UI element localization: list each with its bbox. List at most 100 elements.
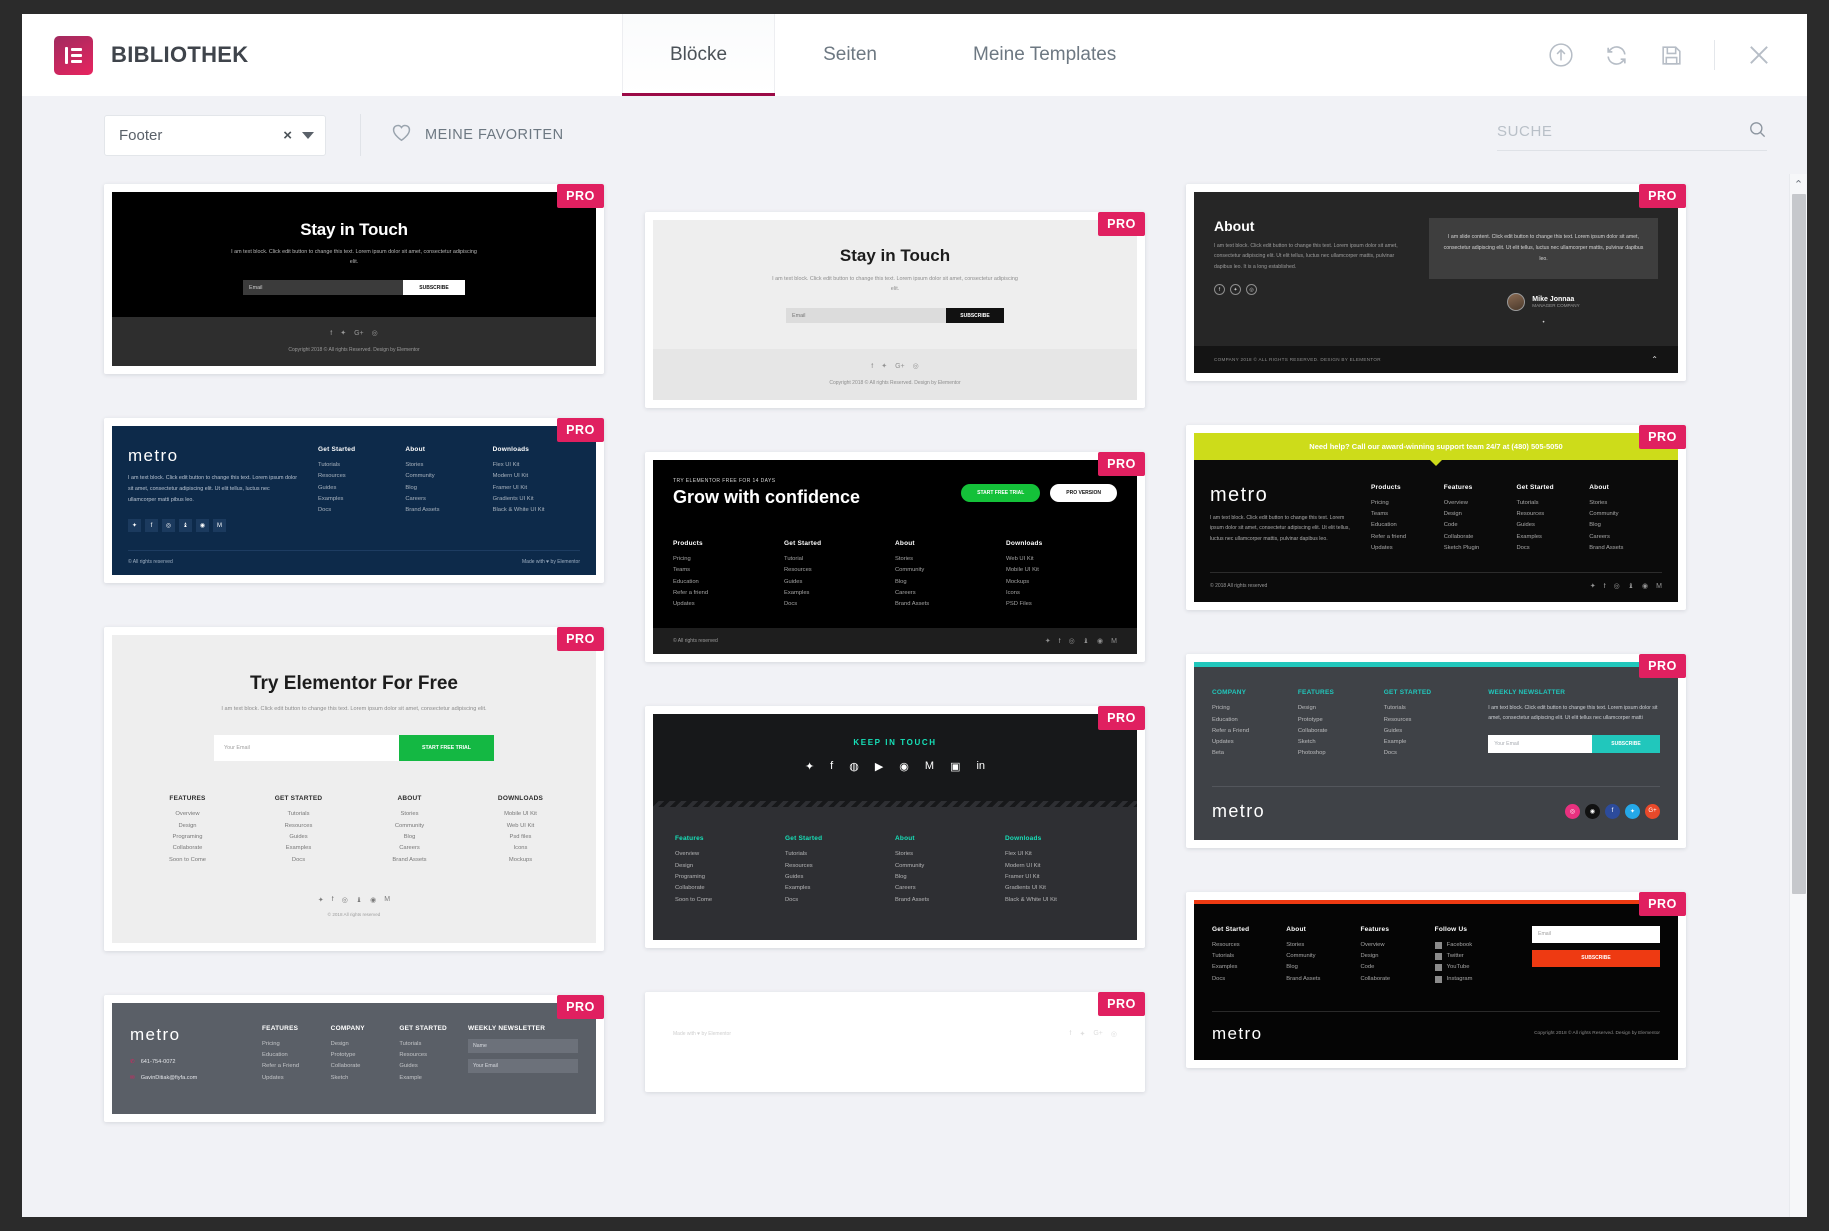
column-item: Docs — [785, 896, 799, 903]
metro-logo: metro — [1210, 483, 1269, 506]
copyright-text: © 2018 All rights reserved — [1210, 583, 1268, 590]
template-card[interactable]: PRO metro ✆ 641-754-0072 ✉ GavinDitiak@f… — [104, 994, 604, 1123]
column-item: Examples — [318, 495, 344, 502]
column-item: Docs — [291, 856, 306, 863]
column-item: Mockups — [1006, 578, 1030, 585]
template-thumbnail: Made with ♥ by Elementor f ✦ G+ ◎ — [653, 999, 1137, 1084]
column-item: Design — [178, 822, 197, 829]
column-item: Examples — [1516, 533, 1542, 540]
template-card[interactable]: PRO KEEP IN TOUCH ✦ f ◍ ▶ ◉ M ▣ in Featu… — [645, 706, 1145, 948]
template-card[interactable]: PRO Stay in Touch I am text block. Click… — [645, 212, 1145, 408]
column-item: Examples — [1212, 964, 1238, 971]
column-title: COMPANY — [330, 1024, 365, 1032]
column-title: WEEKLY NEWSLETTER — [468, 1024, 546, 1032]
copyright-text: © All rights reserved — [673, 638, 718, 645]
heart-icon — [391, 123, 412, 147]
page-title: BIBLIOTHEK — [111, 42, 249, 67]
copyright-text: COMPANY 2018 © ALL RIGHTS RESERVED. DESI… — [1214, 356, 1381, 362]
column-item: Example — [1383, 739, 1407, 746]
save-icon[interactable] — [1659, 43, 1684, 68]
template-thumbnail: metro ✆ 641-754-0072 ✉ GavinDitiak@fiyfa… — [112, 1002, 596, 1115]
template-grid: PRO Stay in Touch I am text block. Click… — [22, 174, 1807, 1166]
tab-my-templates[interactable]: Meine Templates — [925, 14, 1164, 96]
carousel-dots[interactable]: • — [1429, 320, 1658, 326]
template-card[interactable]: PRO About I am text block. Click edit bu… — [1186, 184, 1686, 381]
metro-logo: metro — [128, 446, 179, 465]
search-icon[interactable] — [1748, 120, 1767, 144]
column-item: Education — [1212, 716, 1238, 723]
template-card[interactable]: PRO COMPANY Pricing Education Refer a Fr… — [1186, 654, 1686, 848]
column-title: GET STARTED — [399, 1024, 447, 1032]
column-item: Design — [1360, 953, 1379, 960]
thumb-heading: Stay in Touch — [839, 246, 951, 265]
vertical-scrollbar[interactable]: ⌃ — [1789, 174, 1807, 1217]
column-item: Teams — [1371, 511, 1389, 518]
template-card[interactable]: PRO Get Started Resources Tutorials Exam… — [1186, 891, 1686, 1068]
thumb-subtext: I am text block. Click edit button to ch… — [772, 276, 1018, 292]
social-icons: ✦ f ◍ ▶ ◉ M ▣ in — [804, 760, 986, 774]
sync-icon[interactable] — [1604, 43, 1629, 68]
column-item: Collaborate — [1443, 533, 1474, 540]
email-field-preview: Your Email — [468, 1058, 579, 1073]
column-item: Blog — [1589, 522, 1601, 529]
category-select[interactable]: Footer × — [104, 114, 326, 156]
template-thumbnail: COMPANY Pricing Education Refer a Friend… — [1194, 662, 1678, 840]
column-item: Resources — [318, 473, 346, 480]
banner-arrow-icon — [1430, 459, 1442, 466]
my-favorites-button[interactable]: MEINE FAVORITEN — [391, 123, 564, 147]
close-icon[interactable] — [1745, 41, 1773, 69]
scroll-up-icon[interactable]: ⌃ — [1790, 174, 1807, 194]
column-item: Flex UI Kit — [1005, 851, 1032, 858]
column-item: Facebook — [1446, 941, 1473, 948]
column-item: Stories — [405, 462, 424, 468]
upload-icon[interactable] — [1548, 42, 1574, 68]
column-item: Careers — [399, 845, 420, 852]
scrollbar-thumb[interactable] — [1792, 194, 1806, 894]
column-title: Products — [1371, 483, 1401, 491]
template-thumbnail: Need help? Call our award-winning suppor… — [1194, 432, 1678, 603]
tab-blocks[interactable]: Blöcke — [622, 14, 776, 96]
template-card[interactable]: PRO TRY ELEMENTOR FREE FOR 14 DAYS Grow … — [645, 452, 1145, 663]
chevron-down-icon — [302, 131, 314, 139]
template-card[interactable]: PRO metro I am text block. Click edit bu… — [104, 418, 604, 584]
column-item: Resources — [785, 862, 813, 869]
thumb-heading: Try Elementor For Free — [249, 673, 458, 695]
clear-category-icon[interactable]: × — [283, 127, 292, 144]
column-item: Education — [1371, 522, 1397, 529]
column-title: Get Started — [318, 446, 356, 453]
column-item: Web UI Kit — [1006, 556, 1034, 562]
column-item: Tutorials — [1212, 953, 1235, 960]
chevron-up-icon[interactable]: ⌃ — [1651, 355, 1658, 364]
template-card[interactable]: PRO Stay in Touch I am text block. Click… — [104, 184, 604, 374]
subscribe-button-preview: SUBSCRIBE — [946, 308, 1004, 323]
column-item: Refer a friend — [673, 589, 709, 596]
metro-logo: metro — [1212, 800, 1266, 821]
column-item: PSD Files — [1006, 601, 1032, 608]
column-item: Refer a friend — [1371, 533, 1407, 540]
column-item: Psd files — [509, 833, 532, 840]
template-card[interactable]: PRO Made with ♥ by Elementor f ✦ G+ ◎ — [645, 991, 1145, 1092]
my-favorites-label: MEINE FAVORITEN — [425, 127, 564, 143]
newsletter-text: I am text block. Click edit button to ch… — [1488, 705, 1658, 722]
column-item: Guides — [784, 578, 803, 585]
column-item: Web UI Kit — [506, 822, 535, 829]
column-item: Updates — [673, 601, 695, 608]
search-input[interactable] — [1497, 123, 1740, 140]
template-thumbnail: Stay in Touch I am text block. Click edi… — [112, 192, 596, 366]
tab-pages[interactable]: Seiten — [775, 14, 925, 96]
template-grid-scroll[interactable]: PRO Stay in Touch I am text block. Click… — [22, 174, 1807, 1217]
column-title: About — [405, 446, 426, 453]
column-title: Get Started — [1516, 483, 1554, 491]
column-item: Brand Assets — [895, 896, 930, 903]
column-item: Community — [394, 822, 425, 829]
copyright-text: Copyright 2018 © All rights Reserved. De… — [1534, 1031, 1660, 1037]
template-card[interactable]: PRO Try Elementor For Free I am text blo… — [104, 627, 604, 951]
column-item: Tutorials — [1516, 499, 1539, 506]
thumb-subtext: I am text block. Click edit button to ch… — [231, 249, 477, 265]
column-item: Careers — [895, 589, 916, 596]
brand-area: BIBLIOTHEK — [22, 14, 622, 96]
email-field-preview: Email — [786, 308, 946, 323]
template-card[interactable]: PRO Need help? Call our award-winning su… — [1186, 424, 1686, 611]
support-banner-text: Need help? Call our award-winning suppor… — [1309, 441, 1563, 451]
subscribe-button-preview: SUBSCRIBE — [1532, 949, 1660, 967]
